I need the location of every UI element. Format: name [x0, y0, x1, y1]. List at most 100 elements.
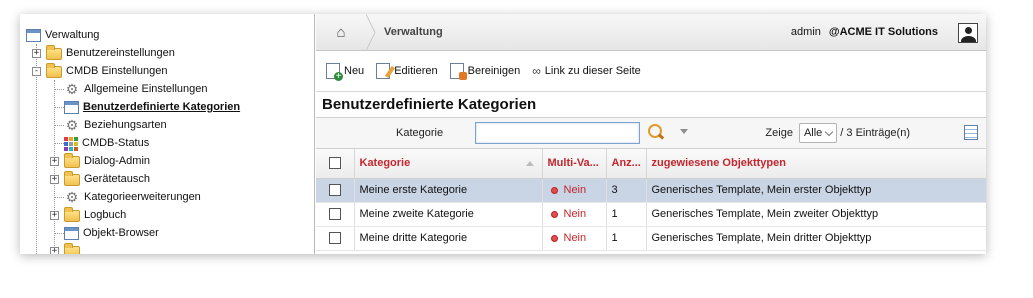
column-header-kategorie[interactable]: Kategorie	[354, 149, 543, 179]
page-size-value: Alle	[803, 127, 823, 139]
page-size-select[interactable]: Alle	[798, 123, 838, 143]
tree-item-geraetetausch[interactable]: Gerätetausch	[64, 170, 150, 188]
tree-item-label: Objekt-Browser	[83, 227, 159, 239]
tree-connector	[54, 89, 64, 90]
show-label: Zeige	[765, 127, 793, 139]
cell-kategorie: Meine zweite Kategorie	[354, 202, 543, 227]
tree-item-kategorieerweiterungen[interactable]: ⚙ Kategorieerweiterungen	[64, 188, 201, 206]
gear-icon: ⚙	[65, 189, 79, 205]
tree-item-label: Benutzereinstellungen	[66, 47, 175, 59]
tree-item-dialog-admin[interactable]: Dialog-Admin	[64, 152, 150, 170]
row-checkbox-cell	[316, 226, 355, 251]
column-header-anzahl[interactable]: Anz...	[606, 149, 647, 179]
clean-button[interactable]: Bereinigen	[449, 63, 521, 80]
tree-item-label: CMDB Einstellungen	[66, 65, 168, 77]
tree-item-objekt-browser[interactable]: Objekt-Browser	[64, 224, 159, 242]
tree-item-label: Allgemeine Einstellungen	[84, 83, 208, 95]
tree-item-label: Beziehungsarten	[84, 119, 167, 131]
breadcrumb-verwaltung[interactable]: Verwaltung	[384, 14, 443, 51]
username[interactable]: admin	[791, 26, 821, 38]
select-all-checkbox[interactable]	[328, 157, 341, 170]
search-icon[interactable]	[648, 124, 664, 142]
tree-item-benutzereinstellungen[interactable]: Benutzereinstellungen	[46, 44, 175, 62]
new-button[interactable]: Neu	[326, 63, 365, 81]
color-grid-icon	[64, 136, 78, 151]
breadcrumb-separator-icon	[366, 14, 376, 51]
home-icon[interactable]: ⌂	[316, 14, 366, 51]
categories-table: Kategorie Multi-Va... Anz... zugewiesene…	[316, 149, 986, 251]
tree-connector	[54, 143, 64, 144]
folder-icon	[64, 171, 80, 186]
tree-item-cmdb-status[interactable]: CMDB-Status	[64, 134, 149, 152]
category-filter-input[interactable]	[475, 122, 640, 144]
status-dot-icon	[550, 186, 558, 194]
collapse-icon[interactable]: -	[32, 67, 41, 76]
tree-item-label: Gerätetausch	[84, 173, 151, 185]
navigation-tree: Verwaltung + Benutzereinstellungen - CMD…	[20, 14, 315, 254]
top-bar: ⌂ Verwaltung admin @ACME IT Solutions	[316, 14, 986, 51]
edit-pencil-icon	[376, 63, 391, 79]
row-checkbox[interactable]	[328, 184, 341, 197]
tree-root-verwaltung[interactable]: Verwaltung	[26, 26, 99, 44]
cell-multi-value: Nein	[542, 226, 607, 251]
select-all-header	[316, 149, 355, 179]
filter-bar: Kategorie Zeige Alle / 3 Einträge(n)	[316, 118, 986, 149]
folder-icon	[64, 243, 80, 254]
chain-link-icon: ∞	[532, 64, 541, 78]
expand-icon[interactable]: +	[32, 49, 41, 58]
sort-ascending-icon	[525, 161, 534, 166]
clean-button-label: Bereinigen	[467, 65, 521, 77]
main-content: ⌂ Verwaltung admin @ACME IT Solutions Neu…	[316, 14, 986, 254]
page-link-label: Link zu dieser Seite	[544, 65, 641, 77]
table-row[interactable]: Meine erste Kategorie Nein 3 Generisches…	[316, 178, 986, 203]
tree-connector	[54, 125, 64, 126]
new-button-label: Neu	[344, 65, 365, 77]
filter-dropdown-icon[interactable]	[680, 129, 688, 134]
table-row[interactable]: Meine dritte Kategorie Nein 1 Generische…	[316, 226, 986, 251]
cell-anzahl: 3	[606, 178, 647, 203]
folder-icon	[46, 45, 62, 60]
tree-connector	[54, 233, 64, 234]
tree-connector	[54, 107, 64, 108]
expand-icon[interactable]: +	[50, 157, 59, 166]
user-info: admin @ACME IT Solutions	[791, 14, 938, 51]
action-toolbar: Neu Editieren Bereinigen ∞ Link zu diese…	[316, 51, 986, 92]
edit-button-label: Editieren	[394, 65, 438, 77]
page-link-button[interactable]: ∞ Link zu dieser Seite	[532, 64, 641, 78]
row-checkbox-cell	[316, 202, 355, 227]
tree-connector	[54, 197, 64, 198]
clean-icon	[449, 63, 467, 80]
edit-button[interactable]: Editieren	[376, 63, 438, 79]
cell-objekttypen: Generisches Template, Mein erster Objekt…	[646, 178, 986, 203]
cell-anzahl: 1	[606, 226, 647, 251]
tree-item-label: Dialog-Admin	[84, 155, 151, 167]
tenant-name[interactable]: @ACME IT Solutions	[829, 26, 938, 38]
row-checkbox[interactable]	[328, 208, 341, 221]
folder-icon	[64, 153, 80, 168]
user-avatar-icon[interactable]	[958, 23, 978, 43]
tree-item-label: Kategorieerweiterungen	[84, 191, 201, 203]
table-settings-icon[interactable]	[964, 125, 978, 140]
row-checkbox[interactable]	[328, 232, 341, 245]
status-dot-icon	[550, 234, 558, 242]
expand-icon[interactable]: +	[50, 175, 59, 184]
tree-item-cmdb-einstellungen[interactable]: CMDB Einstellungen	[46, 62, 168, 80]
tree-item-benutzerdefinierte-kategorien[interactable]: Benutzerdefinierte Kategorien	[64, 98, 240, 116]
window-icon	[26, 28, 41, 42]
tree-item-label: Verwaltung	[45, 29, 100, 41]
column-header-objekttypen[interactable]: zugewiesene Objekttypen	[646, 149, 986, 179]
tree-item-allgemeine-einstellungen[interactable]: ⚙ Allgemeine Einstellungen	[64, 80, 208, 98]
application-window: Verwaltung + Benutzereinstellungen - CMD…	[20, 14, 986, 254]
table-row[interactable]: Meine zweite Kategorie Nein 1 Generische…	[316, 202, 986, 227]
tree-item-logbuch[interactable]: Logbuch	[64, 206, 126, 224]
column-header-multi-value[interactable]: Multi-Va...	[542, 149, 607, 179]
cell-kategorie: Meine dritte Kategorie	[354, 226, 543, 251]
filter-label: Kategorie	[396, 127, 444, 139]
window-icon	[64, 226, 79, 240]
cell-objekttypen: Generisches Template, Mein zweiter Objek…	[646, 202, 986, 227]
tree-item-beziehungsarten[interactable]: ⚙ Beziehungsarten	[64, 116, 167, 134]
expand-icon[interactable]: +	[50, 247, 59, 254]
expand-icon[interactable]: +	[50, 211, 59, 220]
entry-count: / 3 Einträge(n)	[840, 127, 910, 139]
tree-item-cut-off[interactable]	[64, 242, 84, 254]
